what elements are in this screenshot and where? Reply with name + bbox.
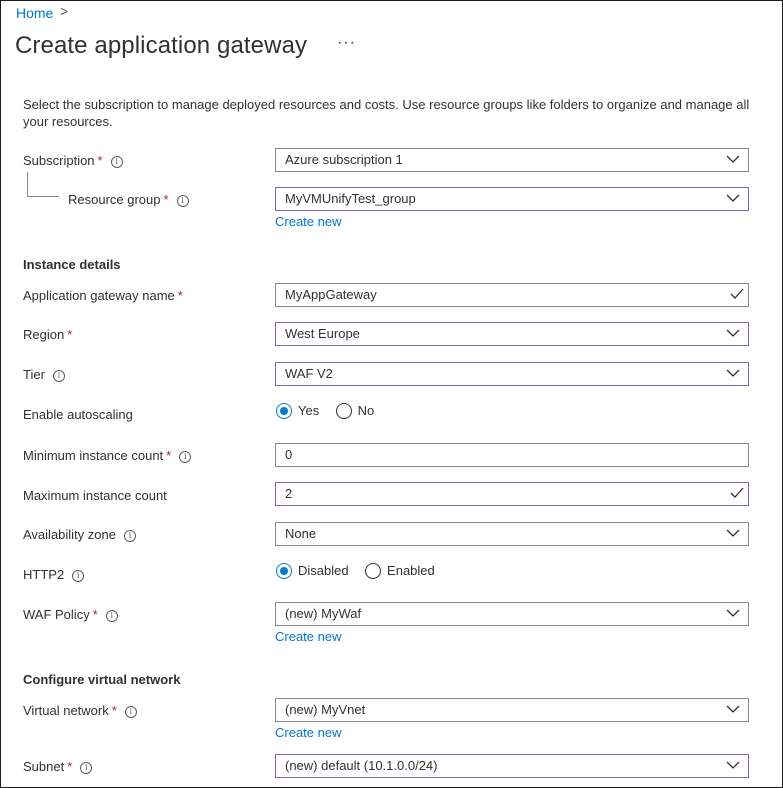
- autoscaling-yes-radio[interactable]: [276, 402, 292, 419]
- create-new-waf-policy-link[interactable]: Create new: [275, 629, 341, 644]
- max-count-label: Maximum instance count: [23, 488, 167, 503]
- availability-zone-label: Availability zone i: [23, 527, 136, 542]
- instance-details-heading: Instance details: [23, 257, 121, 272]
- info-icon[interactable]: i: [110, 156, 123, 168]
- subnet-dropdown[interactable]: (new) default (10.1.0.0/24): [275, 754, 749, 778]
- info-icon[interactable]: i: [124, 706, 137, 718]
- http2-label: HTTP2 i: [23, 567, 85, 582]
- info-icon[interactable]: i: [105, 610, 118, 622]
- description: Select the subscription to manage deploy…: [23, 97, 750, 129]
- chevron-down-icon: [726, 329, 740, 337]
- required-marker: *: [177, 288, 183, 303]
- autoscaling-radio-group: Yes No: [276, 402, 374, 420]
- min-count-input[interactable]: 0: [275, 443, 749, 467]
- resource-group-dropdown[interactable]: MyVMUnifyTest_group: [275, 187, 749, 211]
- region-label: Region *: [23, 327, 73, 342]
- http2-disabled-radio[interactable]: [276, 562, 292, 579]
- resource-group-label: Resource group * i: [68, 192, 189, 207]
- tree-connector: [27, 196, 59, 197]
- required-marker: *: [163, 192, 169, 207]
- gateway-name-label: Application gateway name *: [23, 288, 183, 303]
- required-marker: *: [97, 153, 103, 168]
- check-icon: [730, 288, 744, 299]
- subscription-dropdown[interactable]: Azure subscription 1: [275, 148, 749, 172]
- info-icon[interactable]: i: [176, 195, 189, 207]
- info-icon[interactable]: i: [179, 451, 192, 463]
- max-count-input[interactable]: 2: [275, 482, 749, 506]
- subscription-label: Subscription * i: [23, 153, 123, 168]
- gateway-name-input[interactable]: MyAppGateway: [275, 283, 749, 307]
- chevron-down-icon: [726, 609, 740, 617]
- create-new-vnet-link[interactable]: Create new: [275, 725, 341, 740]
- waf-policy-label: WAF Policy * i: [23, 607, 118, 622]
- tree-connector: [27, 172, 28, 196]
- required-marker: *: [166, 448, 172, 463]
- http2-radio-group: Disabled Enabled: [276, 562, 435, 580]
- required-marker: *: [67, 759, 73, 774]
- availability-zone-dropdown[interactable]: None: [275, 522, 749, 546]
- chevron-down-icon: [726, 705, 740, 713]
- subnet-label: Subnet * i: [23, 759, 93, 774]
- create-new-resource-group-link[interactable]: Create new: [275, 214, 341, 229]
- min-count-label: Minimum instance count * i: [23, 448, 192, 463]
- required-marker: *: [92, 607, 98, 622]
- info-icon[interactable]: i: [52, 370, 65, 382]
- autoscaling-no-radio[interactable]: [335, 402, 352, 419]
- chevron-down-icon: [726, 761, 740, 769]
- chevron-down-icon: [726, 194, 740, 202]
- tier-dropdown[interactable]: WAF V2: [275, 362, 749, 386]
- chevron-down-icon: [726, 529, 740, 537]
- vnet-heading: Configure virtual network: [23, 672, 181, 687]
- required-marker: *: [111, 703, 117, 718]
- info-icon[interactable]: i: [80, 762, 93, 774]
- waf-policy-dropdown[interactable]: (new) MyWaf: [275, 602, 749, 626]
- info-icon[interactable]: i: [72, 570, 85, 582]
- chevron-down-icon: [726, 155, 740, 163]
- virtual-network-dropdown[interactable]: (new) MyVnet: [275, 698, 749, 722]
- virtual-network-label: Virtual network * i: [23, 703, 137, 718]
- info-icon[interactable]: i: [123, 530, 136, 542]
- breadcrumb-separator: >: [60, 3, 69, 19]
- required-marker: *: [67, 327, 73, 342]
- page-title: Create application gateway: [15, 32, 308, 59]
- check-icon: [730, 487, 744, 498]
- http2-enabled-radio[interactable]: [365, 562, 382, 579]
- breadcrumb-home[interactable]: Home: [16, 5, 53, 21]
- chevron-down-icon: [726, 369, 740, 377]
- autoscaling-label: Enable autoscaling: [23, 407, 133, 422]
- region-dropdown[interactable]: West Europe: [275, 322, 749, 346]
- more-options-button[interactable]: ···: [337, 34, 356, 52]
- tier-label: Tier i: [23, 367, 65, 382]
